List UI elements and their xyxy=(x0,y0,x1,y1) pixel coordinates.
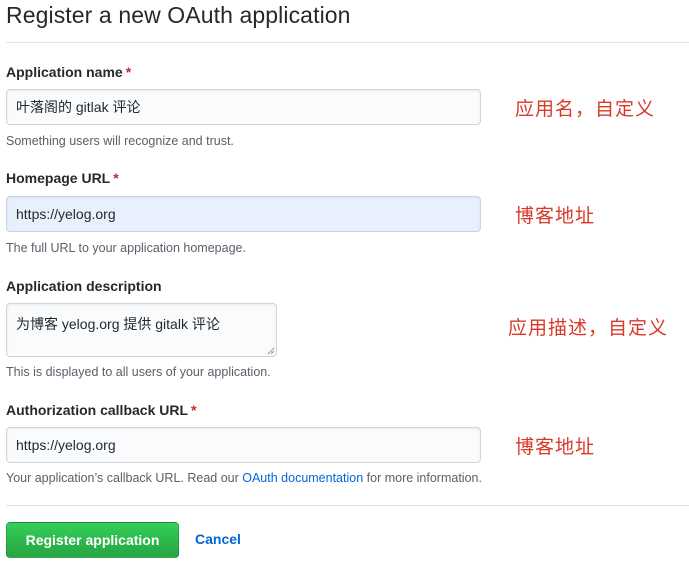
description-textarea[interactable]: 为博客 yelog.org 提供 gitalk 评论 xyxy=(6,303,277,357)
homepage-url-label: Homepage URL * xyxy=(6,170,119,186)
callback-url-input[interactable] xyxy=(6,427,481,463)
callback-url-label-text: Authorization callback URL xyxy=(6,402,189,418)
actions-divider xyxy=(6,505,689,506)
required-mark: * xyxy=(191,402,197,418)
app-name-input[interactable] xyxy=(6,89,481,125)
homepage-url-note: The full URL to your application homepag… xyxy=(6,241,246,255)
resize-grip-icon[interactable] xyxy=(267,347,275,355)
cancel-button[interactable]: Cancel xyxy=(195,531,241,547)
callback-url-label: Authorization callback URL * xyxy=(6,402,196,418)
homepage-url-annotation: 博客地址 xyxy=(515,205,596,227)
callback-note-after: for more information. xyxy=(363,471,482,485)
page-title: Register a new OAuth application xyxy=(6,2,351,28)
app-name-label: Application name * xyxy=(6,64,131,80)
callback-url-note: Your application’s callback URL. Read ou… xyxy=(6,471,482,485)
title-divider xyxy=(6,42,689,43)
homepage-url-label-text: Homepage URL xyxy=(6,170,111,186)
homepage-url-input[interactable] xyxy=(6,196,481,232)
app-name-note: Something users will recognize and trust… xyxy=(6,134,234,148)
app-name-annotation: 应用名，自定义 xyxy=(515,98,656,120)
description-note: This is displayed to all users of your a… xyxy=(6,365,271,379)
callback-note-before: Your application’s callback URL. Read ou… xyxy=(6,471,243,485)
register-application-button[interactable]: Register application xyxy=(6,522,179,558)
oauth-documentation-link[interactable]: OAuth documentation xyxy=(242,471,363,485)
required-mark: * xyxy=(113,170,119,186)
app-name-label-text: Application name xyxy=(6,64,123,80)
description-annotation: 应用描述，自定义 xyxy=(508,317,669,339)
callback-url-annotation: 博客地址 xyxy=(515,436,596,458)
description-label: Application description xyxy=(6,278,162,294)
required-mark: * xyxy=(125,64,132,80)
